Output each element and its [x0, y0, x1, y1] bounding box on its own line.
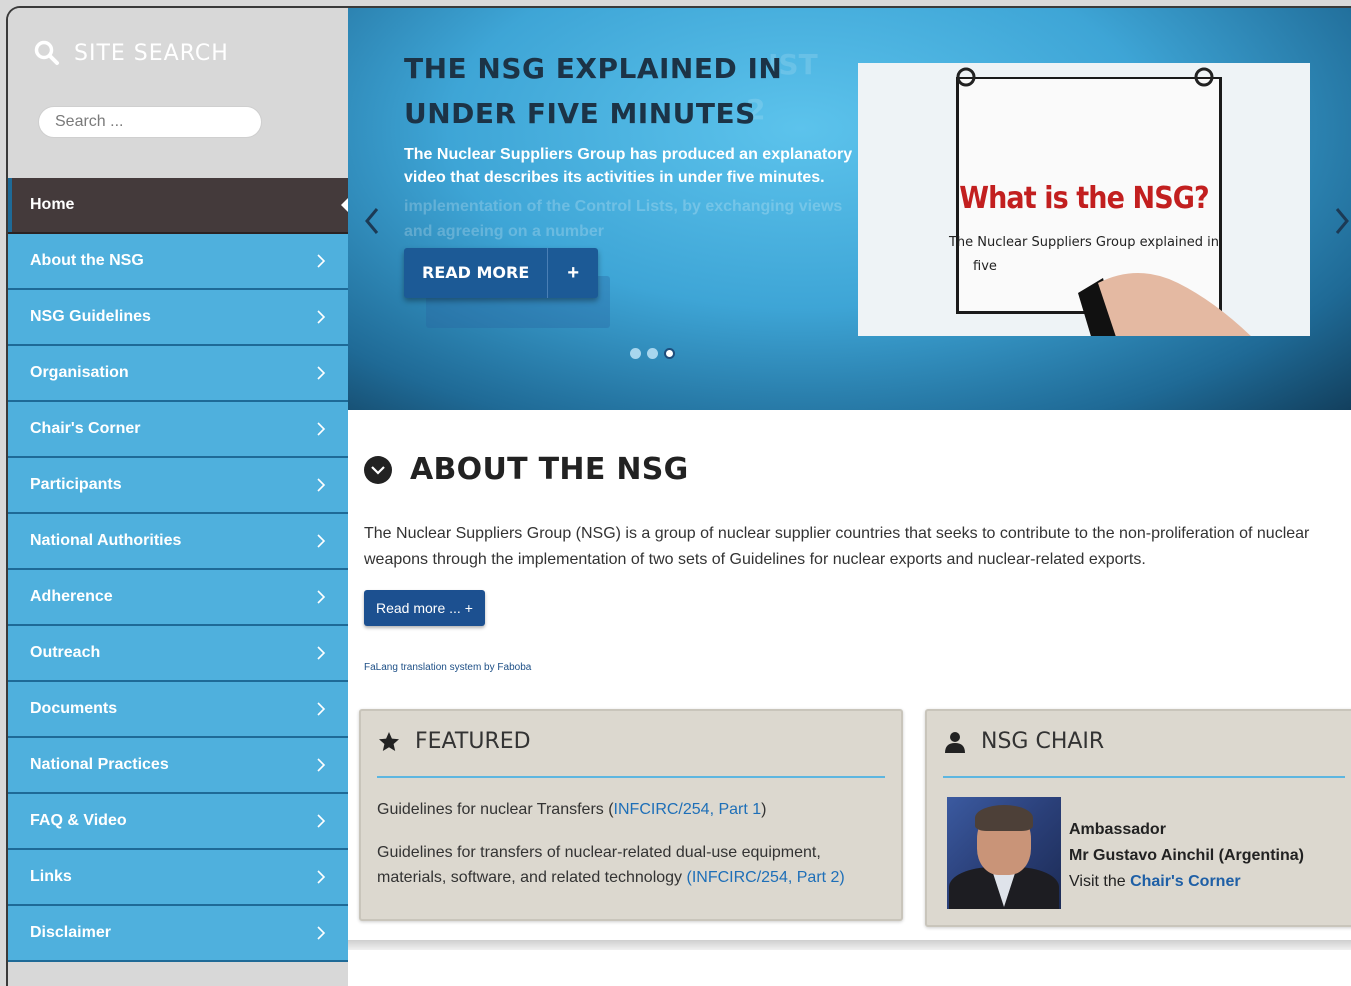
featured-item: Guidelines for nuclear Transfers (INFCIR… — [377, 797, 877, 822]
chair-header: NSG CHAIR — [943, 729, 1104, 754]
browser-frame: SITE SEARCH Home About the NSG NSG Guide… — [6, 6, 1351, 986]
carousel-next-icon[interactable] — [1334, 206, 1350, 236]
plus-icon: + — [547, 248, 598, 298]
hero-title-line: THE NSG EXPLAINED IN — [404, 52, 783, 85]
chevron-right-icon — [317, 478, 326, 492]
featured-panel: FEATURED Guidelines for nuclear Transfer… — [359, 709, 903, 921]
nav-item-guidelines[interactable]: NSG Guidelines — [8, 290, 348, 346]
nav-item-outreach[interactable]: Outreach — [8, 626, 348, 682]
about-read-more-button[interactable]: Read more ... + — [364, 590, 485, 626]
nav-item-about[interactable]: About the NSG — [8, 234, 348, 290]
chevron-right-icon — [317, 702, 326, 716]
slide-subheading-2: five — [973, 259, 997, 274]
nav-item-chairs-corner[interactable]: Chair's Corner — [8, 402, 348, 458]
chevron-right-icon — [317, 366, 326, 380]
nav-item-label: Home — [30, 196, 75, 213]
nav-item-label: Links — [30, 868, 72, 885]
sidebar: SITE SEARCH Home About the NSG NSG Guide… — [8, 8, 349, 986]
page-bottom-shadow — [348, 940, 1351, 950]
carousel-dot-active[interactable] — [664, 348, 675, 359]
featured-item: Guidelines for transfers of nuclear-rela… — [377, 840, 877, 890]
star-icon — [379, 731, 399, 751]
nav-item-label: Documents — [30, 700, 118, 717]
slide-subheading: The Nuclear Suppliers Group explained in — [948, 235, 1220, 250]
nav-item-label: National Authorities — [30, 532, 182, 549]
chair-info: Ambassador Mr Gustavo Ainchil (Argentina… — [1069, 817, 1304, 895]
carousel-dot[interactable] — [647, 348, 658, 359]
about-title: ABOUT THE NSG — [410, 452, 689, 487]
main-nav: Home About the NSG NSG Guidelines Organi… — [8, 178, 349, 962]
nav-item-links[interactable]: Links — [8, 850, 348, 906]
chevron-right-icon — [317, 254, 326, 268]
chevron-right-icon — [317, 926, 326, 940]
nav-item-national-practices[interactable]: National Practices — [8, 738, 348, 794]
nav-item-label: National Practices — [30, 756, 169, 773]
chevron-right-icon — [317, 534, 326, 548]
slide-heading: What is the NSG? — [959, 181, 1209, 216]
nav-item-participants[interactable]: Participants — [8, 458, 348, 514]
chair-visit-text: Visit the — [1069, 873, 1131, 890]
chevron-right-icon — [317, 590, 326, 604]
featured-item-text: Guidelines for nuclear Transfers ( — [377, 801, 614, 818]
hand-with-marker-illustration — [1078, 273, 1251, 336]
user-icon — [945, 731, 965, 753]
site-search-header: SITE SEARCH — [34, 40, 229, 66]
divider — [377, 776, 885, 778]
infcirc-part1-link[interactable]: INFCIRC/254, Part 1 — [614, 801, 762, 818]
chair-name: Mr Gustavo Ainchil (Argentina) — [1069, 847, 1304, 864]
chair-role: Ambassador — [1069, 821, 1166, 838]
chevron-right-icon — [317, 814, 326, 828]
hero-title: THE NSG EXPLAINED IN UNDER FIVE MINUTES — [404, 46, 824, 136]
nav-item-label: FAQ & Video — [30, 812, 127, 829]
nav-item-label: Disclaimer — [30, 924, 111, 941]
hero-text: The Nuclear Suppliers Group has produced… — [404, 146, 853, 186]
chevron-right-icon — [317, 646, 326, 660]
pin-icon — [956, 67, 1214, 87]
nav-item-label: NSG Guidelines — [30, 308, 151, 325]
chairs-corner-link[interactable]: Chair's Corner — [1130, 873, 1241, 890]
hero-title-line: UNDER FIVE MINUTES — [404, 97, 756, 130]
nav-item-label: Outreach — [30, 644, 101, 661]
featured-item-text: ) — [761, 801, 767, 818]
chair-photo — [947, 797, 1061, 909]
chevron-right-icon — [317, 870, 326, 884]
nav-item-label: Adherence — [30, 588, 113, 605]
hero-carousel: IST 2 THE NSG EXPLAINED IN UNDER FIVE MI… — [348, 8, 1351, 410]
nav-item-national-authorities[interactable]: National Authorities — [8, 514, 348, 570]
featured-header: FEATURED — [377, 729, 531, 754]
carousel-prev-icon[interactable] — [364, 206, 380, 236]
chevron-down-circle-icon — [364, 455, 392, 484]
carousel-dot[interactable] — [630, 348, 641, 359]
ghost-text: implementation of the Control Lists, by … — [404, 198, 843, 240]
chair-title: NSG CHAIR — [981, 729, 1105, 754]
nav-item-disclaimer[interactable]: Disclaimer — [8, 906, 348, 962]
hero-read-more-button[interactable]: READ MORE + — [404, 248, 599, 298]
featured-title: FEATURED — [415, 729, 531, 754]
nav-item-label: Organisation — [30, 364, 129, 381]
falang-credit[interactable]: FaLang translation system by Faboba — [364, 662, 531, 673]
nav-item-organisation[interactable]: Organisation — [8, 346, 348, 402]
slide-image[interactable]: What is the NSG? The Nuclear Suppliers G… — [858, 63, 1310, 336]
nav-item-adherence[interactable]: Adherence — [8, 570, 348, 626]
nav-item-documents[interactable]: Documents — [8, 682, 348, 738]
search-icon — [34, 40, 59, 65]
about-heading: ABOUT THE NSG — [364, 452, 689, 487]
nav-item-home[interactable]: Home — [8, 178, 349, 234]
nav-item-faq-video[interactable]: FAQ & Video — [8, 794, 348, 850]
infcirc-part2-link[interactable]: (INFCIRC/254, Part 2) — [687, 869, 845, 886]
chevron-right-icon — [317, 758, 326, 772]
site-search-title: SITE SEARCH — [74, 40, 229, 66]
nav-item-label: About the NSG — [30, 252, 144, 269]
nav-item-label: Participants — [30, 476, 122, 493]
chevron-right-icon — [317, 422, 326, 436]
nav-item-label: Chair's Corner — [30, 420, 141, 437]
carousel-dots — [630, 348, 675, 359]
nsg-chair-panel: NSG CHAIR Ambassador Mr Gustavo Ainchil … — [925, 709, 1351, 927]
about-text: The Nuclear Suppliers Group (NSG) is a g… — [364, 525, 1310, 568]
divider — [943, 776, 1345, 778]
button-label: READ MORE — [422, 263, 530, 282]
search-input[interactable] — [38, 106, 262, 138]
chevron-right-icon — [317, 310, 326, 324]
